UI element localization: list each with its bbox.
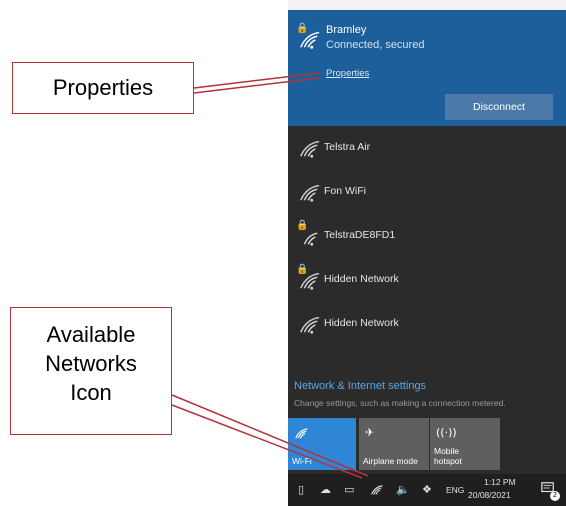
lock-icon: 🔒 bbox=[296, 220, 309, 231]
battery-icon[interactable]: ▭ bbox=[344, 483, 354, 496]
airplane-icon: ✈ bbox=[365, 426, 375, 439]
tablet-icon[interactable]: ▯ bbox=[298, 483, 304, 496]
mobile-hotspot-quick-action[interactable]: ((·)) Mobile hotspot bbox=[430, 418, 500, 470]
clock-date[interactable]: 20/08/2021 bbox=[468, 490, 511, 500]
network-item-hidden-secured[interactable]: 🔒 Hidden Network bbox=[288, 258, 566, 302]
available-networks-callout: Available Networks Icon bbox=[10, 307, 172, 435]
quick-action-label: Airplane mode bbox=[363, 456, 418, 466]
dropbox-icon[interactable]: ❖ bbox=[422, 483, 432, 496]
cloud-icon[interactable]: ☁ bbox=[320, 483, 331, 496]
callout-line-1: Available bbox=[46, 322, 136, 347]
network-item-hidden-open[interactable]: Hidden Network bbox=[288, 302, 566, 346]
flyout-top-edge bbox=[288, 0, 566, 10]
connected-network-status: Connected, secured bbox=[326, 39, 425, 51]
disconnect-button[interactable]: Disconnect bbox=[445, 94, 553, 120]
taskbar: ▯ ☁ ▭ 🔈 ❖ ENG 1:12 PM 20/08/2021 2 bbox=[288, 474, 566, 506]
network-settings-subtitle: Change settings, such as making a connec… bbox=[294, 398, 506, 408]
clock-time[interactable]: 1:12 PM bbox=[484, 477, 516, 487]
hotspot-icon: ((·)) bbox=[436, 426, 457, 439]
quick-action-label: Wi-Fi bbox=[292, 456, 312, 466]
network-item-fon-wifi[interactable]: Fon WiFi bbox=[288, 170, 566, 214]
available-networks-icon[interactable] bbox=[370, 483, 383, 499]
wifi-icon bbox=[298, 181, 320, 203]
network-name: TelstraDE8FD1 bbox=[324, 229, 396, 241]
wifi-secured-icon: 🔒 bbox=[296, 23, 320, 50]
network-name: Fon WiFi bbox=[324, 185, 366, 197]
network-name: Hidden Network bbox=[324, 317, 399, 329]
lock-icon: 🔒 bbox=[296, 264, 309, 275]
language-indicator[interactable]: ENG bbox=[446, 485, 464, 495]
wifi-icon bbox=[298, 313, 320, 335]
network-settings-link[interactable]: Network & Internet settings bbox=[294, 380, 426, 392]
volume-icon[interactable]: 🔈 bbox=[396, 483, 410, 496]
properties-callout: Properties bbox=[12, 62, 194, 114]
wifi-secured-icon: 🔒 bbox=[296, 264, 320, 291]
properties-callout-text: Properties bbox=[52, 75, 154, 100]
connected-network-name: Bramley bbox=[326, 24, 367, 36]
network-item-telstra-air[interactable]: Telstra Air bbox=[288, 126, 566, 170]
wifi-quick-action[interactable]: Wi-Fi bbox=[288, 418, 356, 470]
lock-icon: 🔒 bbox=[296, 23, 309, 34]
notification-count-badge: 2 bbox=[550, 491, 560, 501]
network-name: Telstra Air bbox=[324, 141, 371, 153]
wifi-secured-icon: 🔒 bbox=[296, 220, 320, 247]
wifi-icon bbox=[298, 137, 320, 159]
airplane-mode-quick-action[interactable]: ✈ Airplane mode bbox=[359, 418, 429, 470]
callout-line-2: Networks bbox=[45, 351, 137, 376]
network-item-telstrade8fd1[interactable]: 🔒 TelstraDE8FD1 bbox=[288, 214, 566, 258]
properties-link[interactable]: Properties bbox=[326, 68, 369, 79]
wifi-icon bbox=[294, 426, 308, 443]
callout-line-3: Icon bbox=[70, 380, 112, 405]
network-name: Hidden Network bbox=[324, 273, 399, 285]
quick-action-label: Mobile hotspot bbox=[434, 446, 462, 466]
connected-network-item[interactable]: 🔒 Bramley Connected, secured Properties … bbox=[288, 10, 566, 126]
network-flyout: 🔒 Bramley Connected, secured Properties … bbox=[288, 0, 566, 506]
